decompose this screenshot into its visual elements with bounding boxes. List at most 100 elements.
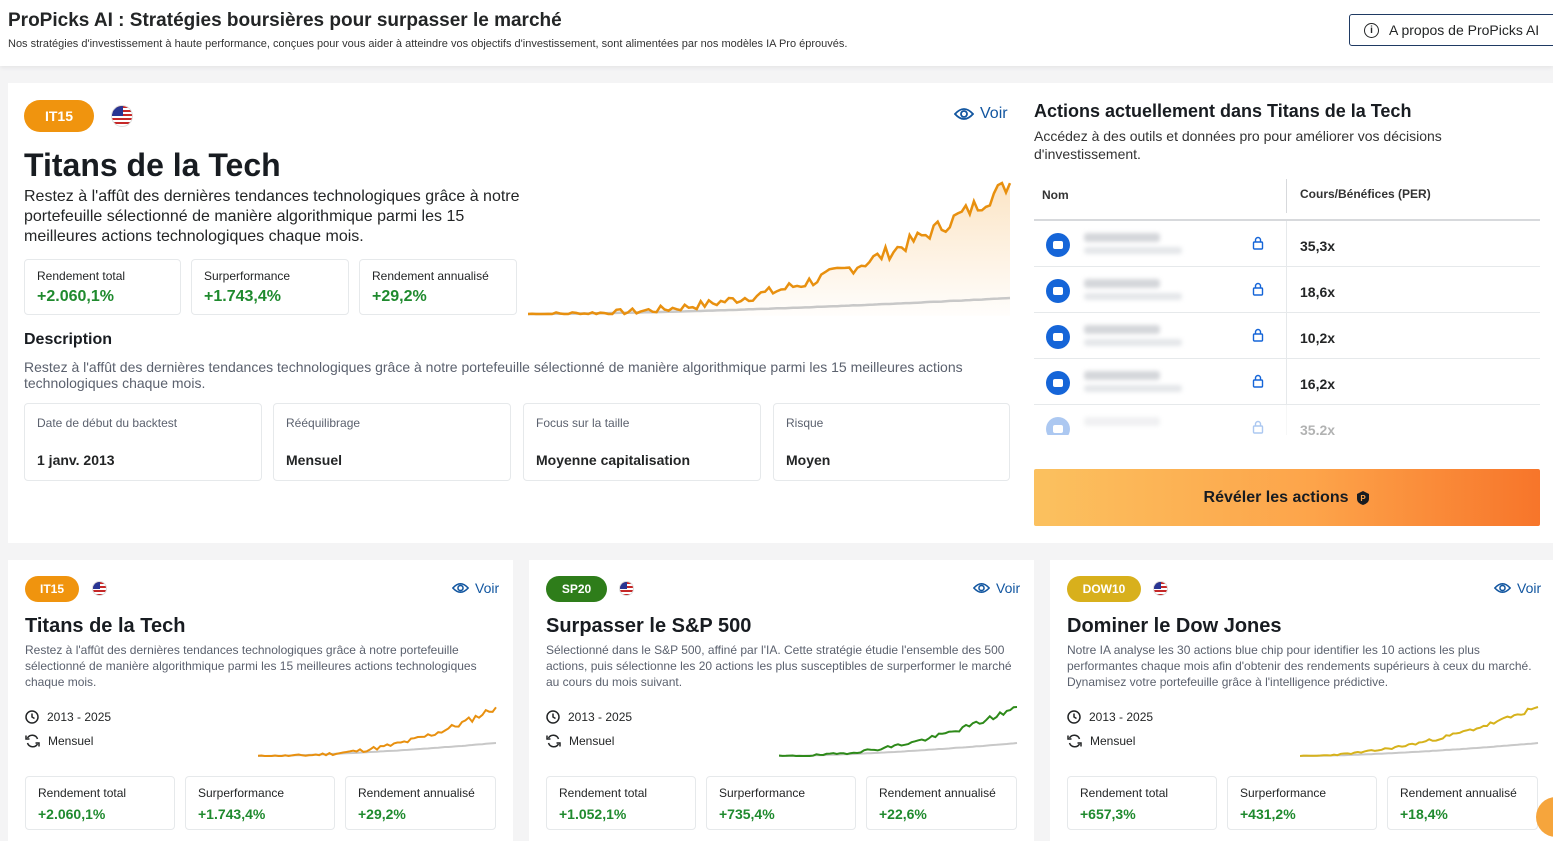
performance-chart [528, 181, 1012, 316]
table-row: 18,6x [1034, 267, 1540, 313]
per-value: 16,2x [1300, 376, 1336, 392]
hidden-company-name [1084, 279, 1160, 288]
column-name-header: Nom [1042, 188, 1069, 202]
company-logo-icon [1046, 233, 1070, 257]
strategy-card-it15[interactable]: IT15 Voir Titans de la Tech Restez à l'a… [8, 560, 513, 841]
table-row: 10,2x [1034, 313, 1540, 359]
company-logo-icon [1046, 371, 1070, 395]
lock-icon [1252, 236, 1264, 250]
column-divider [1286, 405, 1287, 435]
svg-text:P: P [1361, 494, 1367, 503]
lock-icon [1252, 328, 1264, 342]
info-label: Date de début du backtest [37, 416, 178, 430]
strategy-rebalance: Mensuel [25, 734, 93, 748]
strategy-title: Surpasser le S&P 500 [546, 615, 752, 637]
strategy-line [779, 706, 1018, 758]
strategy-card-sp20[interactable]: SP20 Voir Surpasser le S&P 500 Sélection… [529, 560, 1034, 841]
page-title: ProPicks AI : Stratégies boursières pour… [8, 10, 562, 31]
hidden-company-ticker [1084, 385, 1182, 392]
per-value: 10,2x [1300, 330, 1336, 346]
column-divider [1286, 221, 1287, 267]
stat-outperformance: Surperformance +431,2% [1227, 776, 1377, 830]
about-label: A propos de ProPicks AI [1389, 22, 1540, 38]
view-strategy-link[interactable]: Voir [452, 580, 499, 596]
mini-performance-chart [1300, 706, 1539, 757]
about-propicks-button[interactable]: i A propos de ProPicks AI [1349, 14, 1553, 46]
info-label: Rééquilibrage [286, 416, 361, 430]
stat-label: Rendement annualisé [879, 786, 996, 800]
us-flag-icon [111, 105, 133, 127]
stat-annualized-return: Rendement annualisé +29,2% [345, 776, 496, 830]
featured-strategy-card: IT15 Voir Titans de la Tech Restez à l'a… [8, 83, 1553, 543]
table-row: 16,2x [1034, 359, 1540, 405]
strategy-rebalance: Mensuel [546, 734, 614, 748]
info-value: 1 janv. 2013 [37, 452, 115, 468]
strategy-area [528, 183, 1010, 316]
stat-value: +29,2% [372, 288, 427, 305]
holdings-subtitle: Accédez à des outils et données pro pour… [1034, 128, 1442, 162]
strategy-period: 2013 - 2025 [546, 710, 632, 724]
table-row: 35,3x [1034, 221, 1540, 267]
strategy-title: Titans de la Tech [25, 615, 186, 637]
info-value: Moyen [786, 452, 831, 468]
eye-icon [1494, 582, 1511, 594]
stat-total-return: Rendement total +657,3% [1067, 776, 1217, 830]
strategy-description: Sélectionné dans le S&P 500, affiné par … [546, 643, 1012, 689]
table-header: Nom Cours/Bénéfices (PER) [1034, 175, 1540, 221]
stat-label: Rendement total [37, 269, 126, 283]
view-strategy-link[interactable]: Voir [1494, 580, 1541, 596]
rebalance-text: Mensuel [48, 734, 94, 748]
strategy-period: 2013 - 2025 [25, 710, 111, 724]
hidden-company-ticker [1084, 247, 1182, 254]
hidden-company-name [1084, 417, 1160, 426]
clock-icon [1067, 710, 1081, 724]
hidden-company-name [1084, 325, 1160, 334]
column-divider [1286, 359, 1287, 405]
rebalance-text: Mensuel [1090, 734, 1136, 748]
stat-value: +29,2% [358, 806, 406, 822]
refresh-icon [1067, 734, 1082, 748]
stat-label: Rendement total [38, 786, 127, 800]
stat-label: Surperformance [204, 269, 291, 283]
company-logo-icon [1046, 325, 1070, 349]
view-label: Voir [996, 580, 1021, 596]
info-label: Risque [786, 416, 824, 430]
stat-label: Rendement total [559, 786, 648, 800]
strategy-line [258, 706, 497, 758]
stat-value: +18,4% [1400, 806, 1448, 822]
description-text: Restez à l'affût des dernières tendances… [24, 359, 963, 391]
stat-label: Rendement annualisé [1400, 786, 1517, 800]
reveal-label: Révéler les actions [1203, 488, 1349, 506]
per-value: 18,6x [1300, 284, 1336, 300]
reveal-stocks-button[interactable]: Révéler les actions P [1034, 469, 1540, 526]
stat-value: +1.052,1% [559, 806, 627, 822]
view-strategy-link[interactable]: Voir [954, 105, 1008, 123]
strategy-tag: IT15 [25, 576, 79, 602]
company-logo-icon [1046, 279, 1070, 303]
page-subtitle: Nos stratégies d'investissement à haute … [8, 38, 848, 50]
eye-icon [452, 582, 469, 594]
strategy-summary: Restez à l'affût des dernières tendances… [24, 188, 520, 245]
stat-value: +431,2% [1240, 806, 1296, 822]
period-text: 2013 - 2025 [568, 710, 633, 724]
strategy-card-dow10[interactable]: DOW10 Voir Dominer le Dow Jones Notre IA… [1050, 560, 1553, 841]
column-per-header: Cours/Bénéfices (PER) [1300, 187, 1431, 201]
stat-annualized-return: Rendement annualisé +22,6% [866, 776, 1017, 830]
stat-value: +22,6% [879, 806, 927, 822]
hidden-company-ticker [1084, 339, 1182, 346]
hidden-company-ticker [1084, 293, 1182, 300]
stat-outperformance: Surperformance +1.743,4% [191, 259, 349, 315]
us-flag-icon [619, 581, 634, 596]
info-value: Moyenne capitalisation [536, 452, 691, 468]
strategy-line [1300, 706, 1539, 757]
column-divider [1286, 179, 1287, 213]
us-flag-icon [92, 581, 107, 596]
clock-icon [25, 710, 39, 724]
stat-label: Surperformance [719, 786, 806, 800]
stat-outperformance: Surperformance +735,4% [706, 776, 856, 830]
stat-label: Rendement annualisé [372, 269, 489, 283]
strategy-period: 2013 - 2025 [1067, 710, 1153, 724]
view-strategy-link[interactable]: Voir [973, 580, 1020, 596]
strategy-title: Dominer le Dow Jones [1067, 615, 1282, 637]
info-backtest-start: Date de début du backtest 1 janv. 2013 [24, 403, 262, 481]
